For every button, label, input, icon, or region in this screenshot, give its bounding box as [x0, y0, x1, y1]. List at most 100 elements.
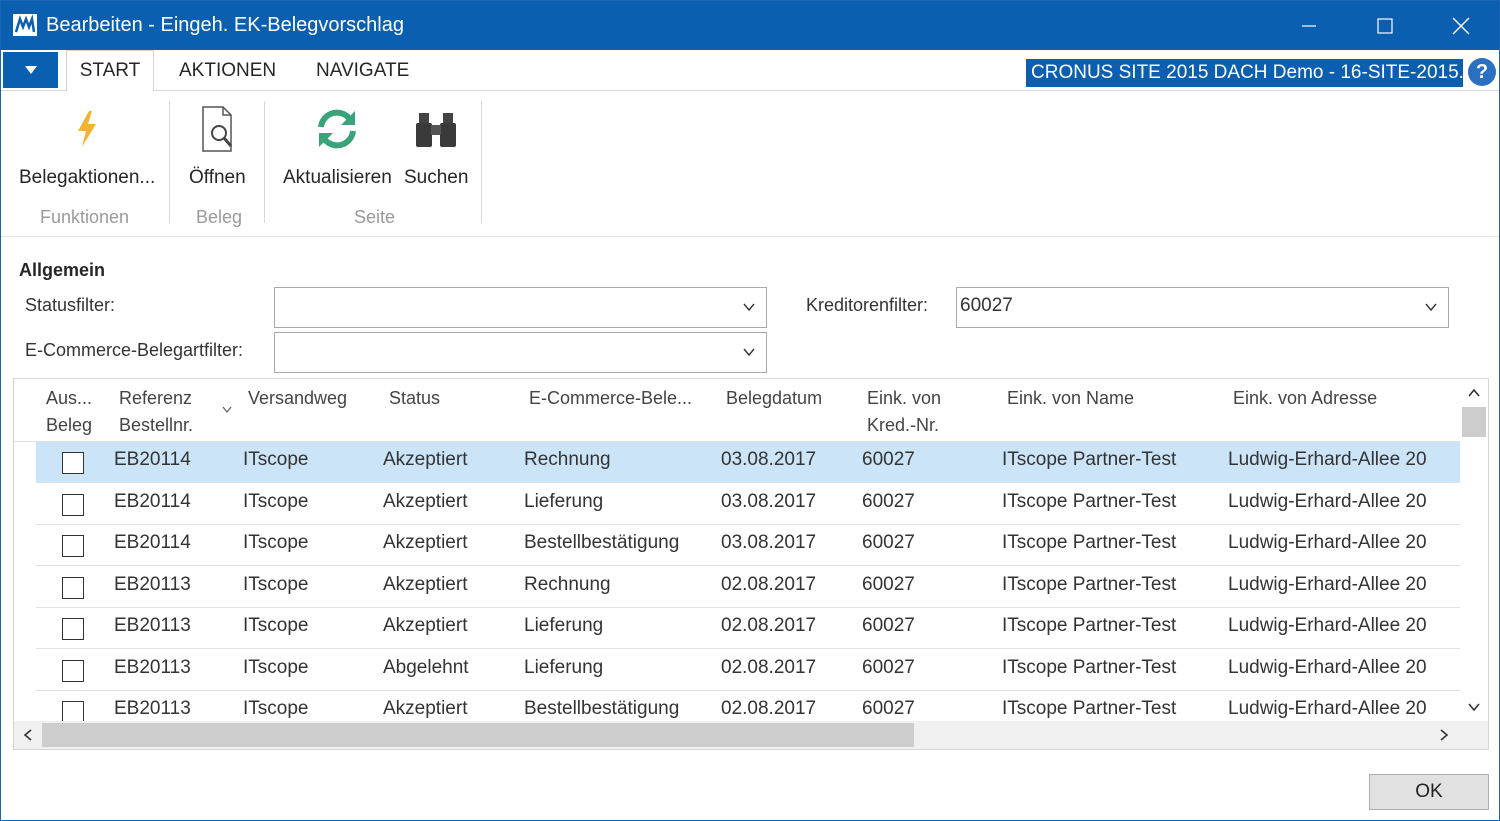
aus-beleg-checkbox[interactable]	[62, 535, 84, 557]
header-referenz-line2: Bestellnr.	[119, 415, 194, 435]
tab-aktionen[interactable]: AKTIONEN	[179, 50, 276, 91]
cell-eink-von-adresse: Ludwig-Erhard-Allee 20	[1228, 698, 1427, 719]
header-versandweg[interactable]: Versandweg	[248, 385, 347, 412]
cell-versandweg: ITscope	[243, 656, 309, 678]
cell-referenz: EB20113	[114, 573, 191, 595]
table-row[interactable]: EB20113 ITscope Abgelehnt Lieferung 02.08.20…	[14, 649, 1460, 691]
aus-beleg-checkbox[interactable]	[62, 701, 84, 723]
company-indicator[interactable]: CRONUS SITE 2015 DACH Demo - 16-SITE-201…	[1026, 59, 1463, 87]
header-eink-von-adresse[interactable]: Eink. von Adresse	[1233, 385, 1377, 412]
scroll-up-icon[interactable]	[1462, 381, 1486, 405]
row-selector[interactable]	[14, 483, 36, 525]
row-selector[interactable]	[14, 442, 36, 483]
scroll-down-icon[interactable]	[1462, 695, 1486, 719]
header-eink-von-kred-nr[interactable]: Eink. von Kred.-Nr.	[867, 385, 941, 439]
cell-ecommerce-belegart: Bestellbestätigung	[524, 698, 680, 719]
cell-belegdatum: 02.08.2017	[721, 615, 817, 636]
table-row[interactable]: EB20114 ITscope Akzeptiert Rechnung 03.08.20…	[14, 442, 1460, 483]
aktualisieren-button[interactable]: Aktualisieren	[283, 99, 392, 189]
cell-eink-von-adresse: Ludwig-Erhard-Allee 20	[1228, 656, 1427, 678]
aktualisieren-label: Aktualisieren	[283, 167, 392, 188]
ribbon-separator	[264, 101, 265, 223]
cell-eink-von-name: ITscope Partner-Test	[1002, 490, 1177, 512]
cell-belegdatum: 03.08.2017	[721, 490, 817, 512]
ribbon-tab-bar: START AKTIONEN NAVIGATE CRONUS SITE 2015…	[1, 50, 1499, 92]
horizontal-scroll-thumb[interactable]	[42, 723, 914, 747]
oeffnen-label: Öffnen	[189, 167, 246, 188]
table-row[interactable]: EB20114 ITscope Akzeptiert Bestellbestätigu…	[14, 525, 1460, 566]
header-eink-von-name[interactable]: Eink. von Name	[1007, 385, 1134, 412]
cell-versandweg: ITscope	[243, 573, 309, 595]
cell-eink-von-adresse: Ludwig-Erhard-Allee 20	[1228, 490, 1427, 512]
kreditorenfilter-value: 60027	[960, 295, 1013, 316]
table-row[interactable]: EB20113 ITscope Akzeptiert Rechnung 02.08.20…	[14, 566, 1460, 608]
cell-belegdatum: 03.08.2017	[721, 449, 817, 470]
table-row[interactable]: EB20113 ITscope Akzeptiert Lieferung 02.08.2…	[14, 608, 1460, 649]
suchen-button[interactable]: Suchen	[404, 99, 468, 189]
cell-versandweg: ITscope	[243, 532, 309, 553]
minimize-icon	[1302, 24, 1316, 27]
close-button[interactable]	[1423, 1, 1499, 50]
group-label-beleg: Beleg	[196, 207, 243, 227]
aus-beleg-checkbox[interactable]	[62, 659, 84, 682]
ecommerce-belegartfilter-select[interactable]	[274, 332, 767, 373]
maximize-button[interactable]	[1347, 1, 1423, 50]
application-menu-button[interactable]	[3, 52, 58, 88]
statusfilter-select[interactable]	[274, 287, 767, 328]
aus-beleg-checkbox[interactable]	[62, 493, 84, 516]
row-selector[interactable]	[14, 649, 36, 691]
tab-navigate[interactable]: NAVIGATE	[316, 50, 409, 91]
ribbon-panel: Belegaktionen... Öffnen Aktualisieren Su…	[1, 91, 1499, 237]
minimize-button[interactable]	[1271, 1, 1347, 50]
belegaktionen-button[interactable]: Belegaktionen...	[19, 99, 155, 189]
header-referenz[interactable]: Referenz Bestellnr.	[119, 385, 193, 439]
cell-eink-von-kred-nr: 60027	[862, 698, 915, 719]
cell-ecommerce-belegart: Rechnung	[524, 449, 611, 470]
oeffnen-button[interactable]: Öffnen	[189, 99, 246, 189]
header-aus-beleg[interactable]: Aus... Beleg	[46, 385, 92, 439]
header-ecommerce-belegart[interactable]: E-Commerce-Bele...	[529, 385, 692, 412]
cell-eink-von-adresse: Ludwig-Erhard-Allee 20	[1228, 449, 1427, 470]
cell-versandweg: ITscope	[243, 615, 309, 636]
refresh-icon	[313, 99, 361, 159]
belegvorschlag-grid: Aus... Beleg Referenz Bestellnr. Versand…	[13, 378, 1489, 750]
row-selector[interactable]	[14, 525, 36, 566]
cell-versandweg: ITscope	[243, 698, 309, 719]
scroll-right-icon[interactable]	[1432, 723, 1456, 747]
cell-eink-von-name: ITscope Partner-Test	[1002, 656, 1177, 678]
cell-eink-von-name: ITscope Partner-Test	[1002, 698, 1177, 719]
cell-eink-von-kred-nr: 60027	[862, 573, 915, 595]
group-label-seite: Seite	[354, 207, 396, 227]
horizontal-scrollbar[interactable]	[14, 721, 1488, 749]
cell-status: Akzeptiert	[383, 615, 468, 636]
cell-referenz: EB20113	[114, 615, 191, 636]
row-selector[interactable]	[14, 566, 36, 608]
header-aus-beleg-line2: Beleg	[46, 415, 93, 435]
table-row[interactable]: EB20114 ITscope Akzeptiert Lieferung 03.08.2…	[14, 483, 1460, 525]
aus-beleg-checkbox[interactable]	[62, 576, 84, 599]
cell-status: Akzeptiert	[383, 449, 468, 470]
cell-status: Abgelehnt	[383, 656, 469, 678]
window-title: Bearbeiten - Eingeh. EK-Belegvorschlag	[46, 14, 404, 36]
aus-beleg-checkbox[interactable]	[62, 618, 84, 640]
header-eink-von-line2: Kred.-Nr.	[867, 415, 940, 435]
cell-versandweg: ITscope	[243, 449, 309, 470]
vertical-scrollbar[interactable]	[1460, 379, 1488, 721]
aus-beleg-checkbox[interactable]	[62, 452, 84, 474]
kreditorenfilter-select[interactable]: 60027	[956, 287, 1449, 328]
ribbon-separator	[169, 101, 170, 223]
help-icon[interactable]: ?	[1468, 58, 1496, 86]
scroll-left-icon[interactable]	[16, 723, 40, 747]
dialog-window: Bearbeiten - Eingeh. EK-Belegvorschlag S…	[0, 0, 1500, 821]
cell-ecommerce-belegart: Lieferung	[524, 656, 604, 678]
cell-eink-von-adresse: Ludwig-Erhard-Allee 20	[1228, 532, 1427, 553]
row-selector[interactable]	[14, 608, 36, 649]
header-eink-von-line1: Eink. von	[867, 388, 942, 408]
vertical-scroll-thumb[interactable]	[1462, 407, 1486, 437]
suchen-label: Suchen	[404, 167, 469, 188]
ok-button[interactable]: OK	[1369, 774, 1489, 810]
header-belegdatum[interactable]: Belegdatum	[726, 385, 822, 412]
tab-start[interactable]: START	[66, 50, 154, 92]
maximize-icon	[1377, 17, 1393, 34]
header-status[interactable]: Status	[389, 385, 440, 412]
